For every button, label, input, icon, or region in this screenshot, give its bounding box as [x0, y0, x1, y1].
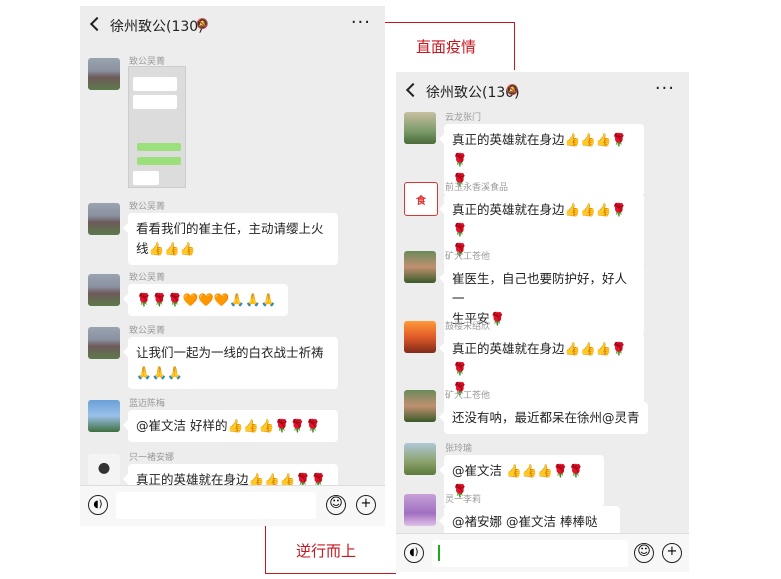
voice-icon[interactable]: ◖): [88, 495, 108, 515]
avatar[interactable]: [404, 112, 436, 144]
message-text: 崔医生，自己也要防护好，好人一: [452, 271, 628, 306]
message-text: 线👍👍👍: [136, 241, 196, 256]
back-icon[interactable]: [89, 16, 105, 32]
callout-line: [265, 526, 266, 574]
sender-name: 鼓楼宋绍欣: [445, 322, 491, 332]
sender-name: 致公吴菁: [129, 202, 166, 212]
callout-line: [514, 22, 515, 70]
message-text: 还没有呐，最近都呆在徐州@灵青: [452, 410, 640, 425]
callout-bottom: 逆行而上: [296, 542, 357, 560]
emoji-icon[interactable]: ☺: [326, 495, 346, 515]
chat-window-left: 徐州致公(130) 🔕 ··· 致公吴菁 致公吴菁 看看我们的崔主任，主动请缨上…: [80, 6, 385, 526]
mute-icon: 🔕: [196, 19, 209, 30]
message-bubble[interactable]: 还没有呐，最近都呆在徐州@灵青: [439, 402, 648, 434]
chat-window-right: 徐州致公(130) 🔕 ··· 云龙张门 真正的英雄就在身边👍👍👍🌹🌹 🌹 食 …: [396, 72, 689, 572]
message-text: 真正的英雄就在身边👍👍👍🌹🌹: [452, 132, 627, 167]
message-text: 🙏🙏🙏: [136, 365, 183, 380]
message-text: @崔文洁 好样的👍👍👍🌹🌹🌹: [136, 418, 321, 433]
plus-icon[interactable]: +: [662, 543, 682, 563]
message-bubble[interactable]: 🌹🌹🌹🧡🧡🧡🙏🙏🙏: [123, 284, 288, 316]
back-icon[interactable]: [405, 82, 421, 98]
text-cursor: [438, 545, 440, 561]
avatar[interactable]: [404, 494, 436, 526]
sender-name: 蓝迈陈梅: [129, 399, 166, 409]
emoji-icon[interactable]: ☺: [634, 543, 654, 563]
avatar[interactable]: [88, 58, 120, 90]
avatar[interactable]: [88, 327, 120, 359]
callout-top: 直面疫情: [416, 38, 477, 56]
sender-name: 致公吴菁: [129, 273, 166, 283]
sender-name: 致公吴菁: [129, 326, 166, 336]
message-text: 真正的英雄就在身边👍👍👍🌹🌹: [452, 341, 627, 376]
more-icon[interactable]: ···: [655, 78, 675, 99]
message-text: 看看我们的崔主任，主动请缨上火: [136, 221, 324, 236]
message-input[interactable]: [116, 492, 316, 519]
chat-title: 徐州致公(130): [110, 19, 204, 35]
callout-line: [265, 573, 396, 574]
callout-line: [385, 22, 515, 23]
chat-header: 徐州致公(130) 🔕 ···: [80, 6, 385, 44]
sender-name: 张玲瑜: [445, 444, 473, 454]
image-message[interactable]: [128, 66, 186, 188]
sender-name: 矿大工苍他: [445, 252, 491, 262]
more-icon[interactable]: ···: [351, 12, 371, 33]
sender-name: 灵一李莉: [445, 495, 482, 505]
message-bubble[interactable]: @崔文洁 好样的👍👍👍🌹🌹🌹: [123, 410, 338, 442]
message-bubble[interactable]: 让我们一起为一线的白衣战士祈祷 🙏🙏🙏: [123, 337, 338, 389]
voice-icon[interactable]: ◖): [404, 543, 424, 563]
avatar[interactable]: [404, 251, 436, 283]
message-text: 真正的英雄就在身边👍👍👍🌹🌹: [452, 202, 627, 237]
avatar[interactable]: [88, 454, 120, 486]
mute-icon: 🔕: [506, 85, 519, 96]
chat-header: 徐州致公(130) 🔕 ···: [396, 72, 689, 110]
avatar[interactable]: [404, 321, 436, 353]
message-input[interactable]: [432, 540, 628, 567]
sender-name: 云龙张门: [445, 113, 482, 123]
sender-name: 只一褚安娜: [129, 453, 175, 463]
plus-icon[interactable]: +: [356, 495, 376, 515]
avatar[interactable]: [88, 274, 120, 306]
message-text: 🌹🌹🌹🧡🧡🧡🙏🙏🙏: [136, 292, 277, 307]
avatar[interactable]: 食: [404, 182, 438, 216]
avatar[interactable]: [88, 400, 120, 432]
input-bar: ◖) ☺ +: [80, 485, 385, 526]
avatar[interactable]: [404, 390, 436, 422]
avatar[interactable]: [404, 443, 436, 475]
sender-name: 前玉永香溪食品: [445, 183, 509, 193]
sender-name: 矿大工苍他: [445, 391, 491, 401]
message-bubble[interactable]: 看看我们的崔主任，主动请缨上火 线👍👍👍: [123, 213, 338, 265]
message-text: 让我们一起为一线的白衣战士祈祷: [136, 345, 324, 360]
input-bar: ◖) ☺ +: [396, 533, 689, 572]
avatar[interactable]: [88, 203, 120, 235]
